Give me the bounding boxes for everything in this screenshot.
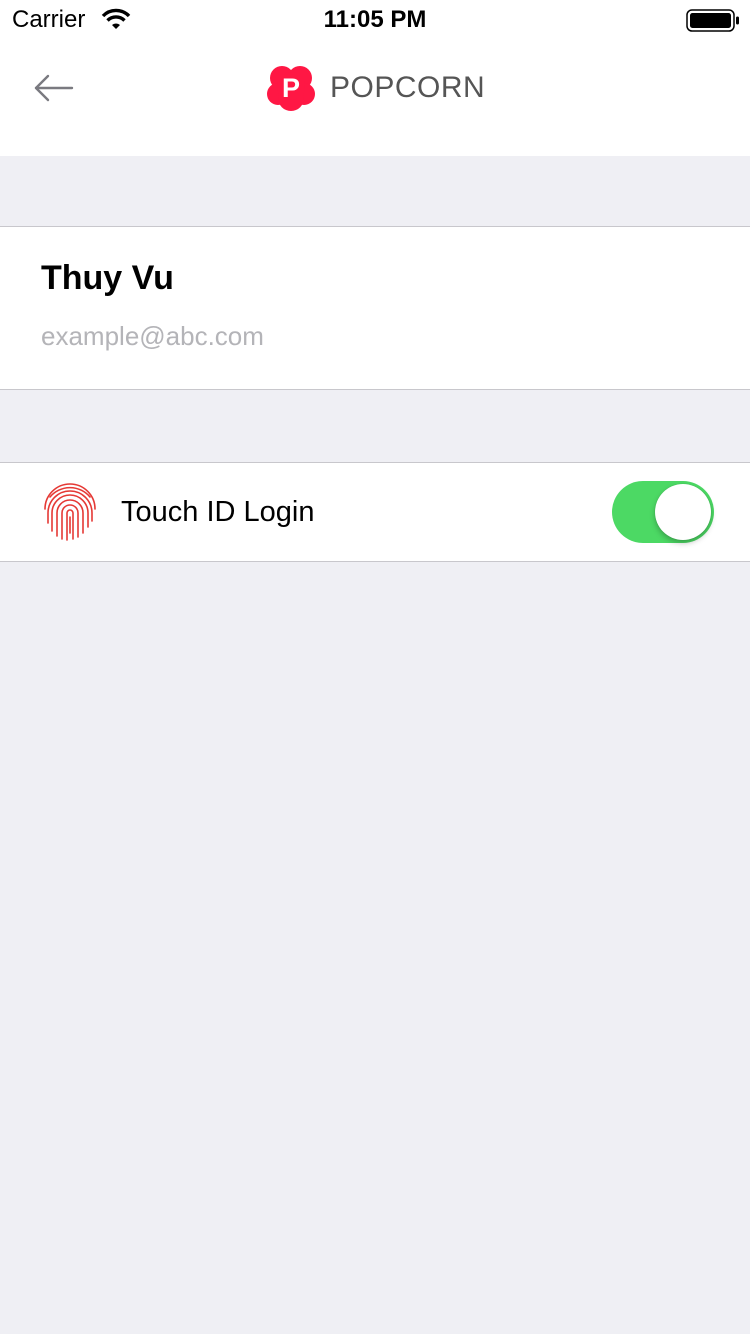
logo-letter: P bbox=[282, 73, 300, 103]
touch-id-label: Touch ID Login bbox=[121, 496, 315, 528]
profile-section: Thuy Vu example@abc.com bbox=[0, 226, 750, 390]
brand: P POPCORN bbox=[266, 64, 485, 112]
arrow-left-icon[interactable] bbox=[28, 68, 80, 108]
clock: 11:05 PM bbox=[323, 6, 427, 33]
touch-id-row: Touch ID Login bbox=[0, 462, 750, 562]
popcorn-logo: P bbox=[267, 66, 315, 111]
touch-id-toggle[interactable] bbox=[612, 481, 714, 543]
battery-full-icon bbox=[686, 9, 739, 32]
fingerprint-icon bbox=[44, 483, 96, 541]
toggle-knob bbox=[655, 484, 711, 540]
app-title: POPCORN bbox=[330, 71, 486, 104]
user-email: example@abc.com bbox=[41, 321, 264, 351]
navigation-bar: P POPCORN bbox=[0, 40, 750, 156]
status-bar: Carrier 11:05 PM bbox=[0, 0, 750, 40]
user-name: Thuy Vu bbox=[41, 259, 174, 297]
